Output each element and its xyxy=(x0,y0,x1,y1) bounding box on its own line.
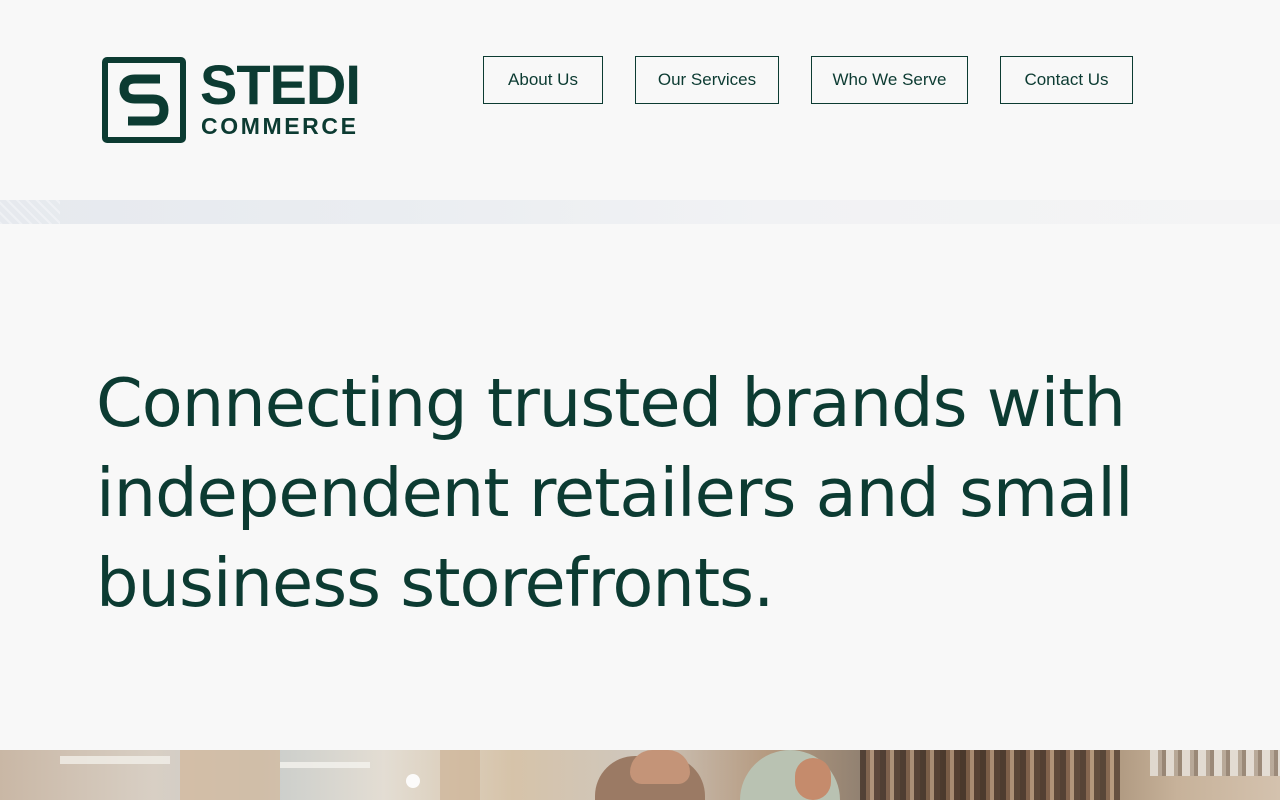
brand-logo-link[interactable]: STEDI COMMERCE xyxy=(102,53,377,143)
photo-person-head xyxy=(630,750,690,784)
photo-person-face xyxy=(795,758,831,800)
logo-mark-icon xyxy=(102,57,186,143)
hero-photo-banner xyxy=(0,750,1280,800)
photo-store-shelf xyxy=(1150,750,1280,776)
page: STEDI COMMERCE About Us Our Services Who… xyxy=(0,0,1280,800)
photo-ceiling-light xyxy=(280,762,370,768)
brand-subname: COMMERCE xyxy=(201,113,359,139)
nav-about-us-button[interactable]: About Us xyxy=(483,56,603,104)
hero-section: Connecting trusted brands with independe… xyxy=(0,224,1280,750)
photo-light-spot xyxy=(406,774,420,788)
site-header: STEDI COMMERCE About Us Our Services Who… xyxy=(0,0,1280,200)
photo-pillar xyxy=(180,750,280,800)
photo-wine-shelf xyxy=(860,750,1120,800)
photo-ceiling-light xyxy=(60,756,170,764)
decorative-strip xyxy=(0,200,1280,224)
nav-our-services-button[interactable]: Our Services xyxy=(635,56,779,104)
photo-pillar xyxy=(440,750,480,800)
nav-who-we-serve-button[interactable]: Who We Serve xyxy=(811,56,968,104)
nav-contact-us-button[interactable]: Contact Us xyxy=(1000,56,1133,104)
hero-heading: Connecting trusted brands with independe… xyxy=(96,364,1133,622)
brand-name: STEDI xyxy=(200,53,361,116)
strip-pattern xyxy=(0,200,60,224)
